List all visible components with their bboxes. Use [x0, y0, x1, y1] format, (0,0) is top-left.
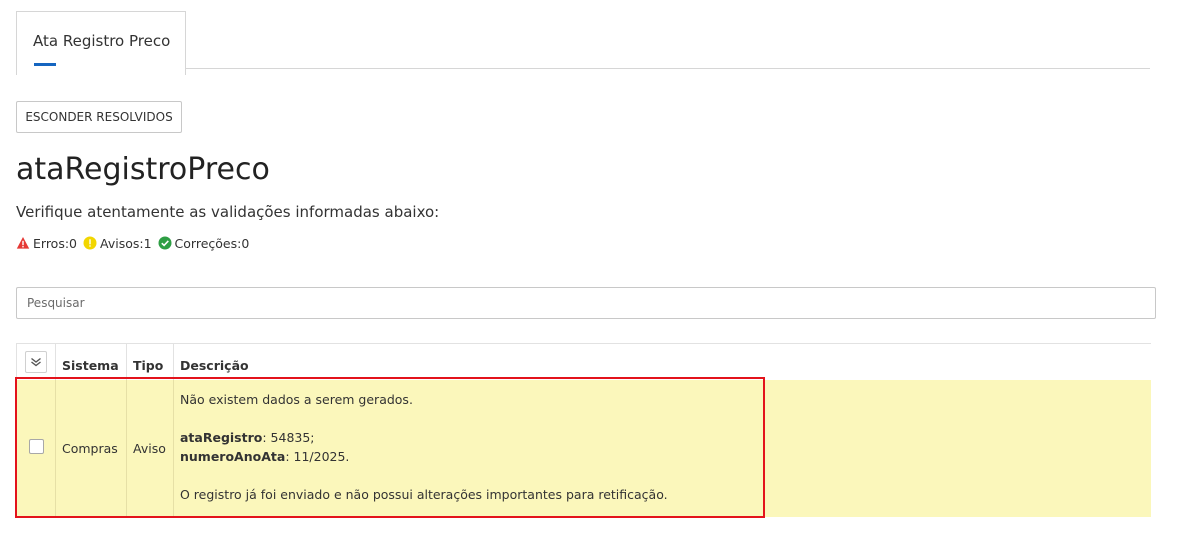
validations-table: Sistema Tipo Descrição Compras Aviso Não…: [16, 343, 1151, 517]
errors-count-label: Erros:0: [33, 235, 78, 251]
table-row: Compras Aviso Não existem dados a serem …: [16, 379, 1151, 517]
field-value: : 54835;: [262, 429, 315, 445]
row-filler: [764, 379, 1151, 517]
field-value: : 11/2025.: [285, 448, 350, 464]
row-select-cell: [16, 379, 56, 517]
column-header-descricao[interactable]: Descrição: [173, 343, 1151, 380]
tab-bar: Ata Registro Preco: [16, 11, 1150, 77]
page-title: ataRegistroPreco: [16, 152, 270, 187]
cell-tipo: Aviso: [126, 379, 174, 517]
cell-descricao: Não existem dados a serem gerados. ataRe…: [173, 379, 765, 517]
select-all-header: [16, 343, 56, 380]
corrections-counter: Correções:0: [158, 235, 250, 251]
description-note: O registro já foi enviado e não possui a…: [180, 486, 668, 502]
search-input[interactable]: [16, 287, 1156, 319]
description-field-numero-ano-ata: numeroAnoAta: 11/2025.: [180, 447, 759, 466]
description-field-ata-registro: ataRegistro: 54835;: [180, 428, 759, 447]
field-label: ataRegistro: [180, 429, 263, 445]
page-subtitle: Verifique atentamente as validações info…: [16, 203, 440, 221]
validation-counters: Erros:0 Avisos:1 Correções:0: [16, 234, 255, 252]
tab-label: Ata Registro Preco: [33, 32, 171, 50]
warnings-counter: Avisos:1: [83, 236, 152, 251]
select-all-checkbox[interactable]: [25, 350, 47, 373]
corrections-count-label: Correções:0: [174, 235, 250, 251]
active-tab-indicator: [34, 63, 56, 66]
column-header-tipo[interactable]: Tipo: [126, 343, 174, 380]
hide-resolved-button[interactable]: ESCONDER RESOLVIDOS: [16, 101, 182, 133]
errors-counter: Erros:0: [16, 236, 77, 251]
table-header-row: Sistema Tipo Descrição: [16, 343, 1151, 380]
tab-ata-registro-preco[interactable]: Ata Registro Preco: [16, 11, 186, 75]
check-circle-icon: [158, 236, 172, 250]
tab-bar-divider: [16, 68, 1150, 69]
row-checkbox[interactable]: [28, 439, 44, 454]
field-label: numeroAnoAta: [180, 448, 286, 464]
cell-sistema: Compras: [55, 379, 127, 517]
warnings-count-label: Avisos:1: [100, 235, 152, 251]
double-check-icon: [31, 357, 41, 367]
description-message: Não existem dados a serem gerados.: [180, 391, 413, 407]
warning-triangle-icon: [16, 237, 30, 249]
exclamation-circle-icon: [83, 236, 97, 250]
column-header-sistema[interactable]: Sistema: [55, 343, 127, 380]
